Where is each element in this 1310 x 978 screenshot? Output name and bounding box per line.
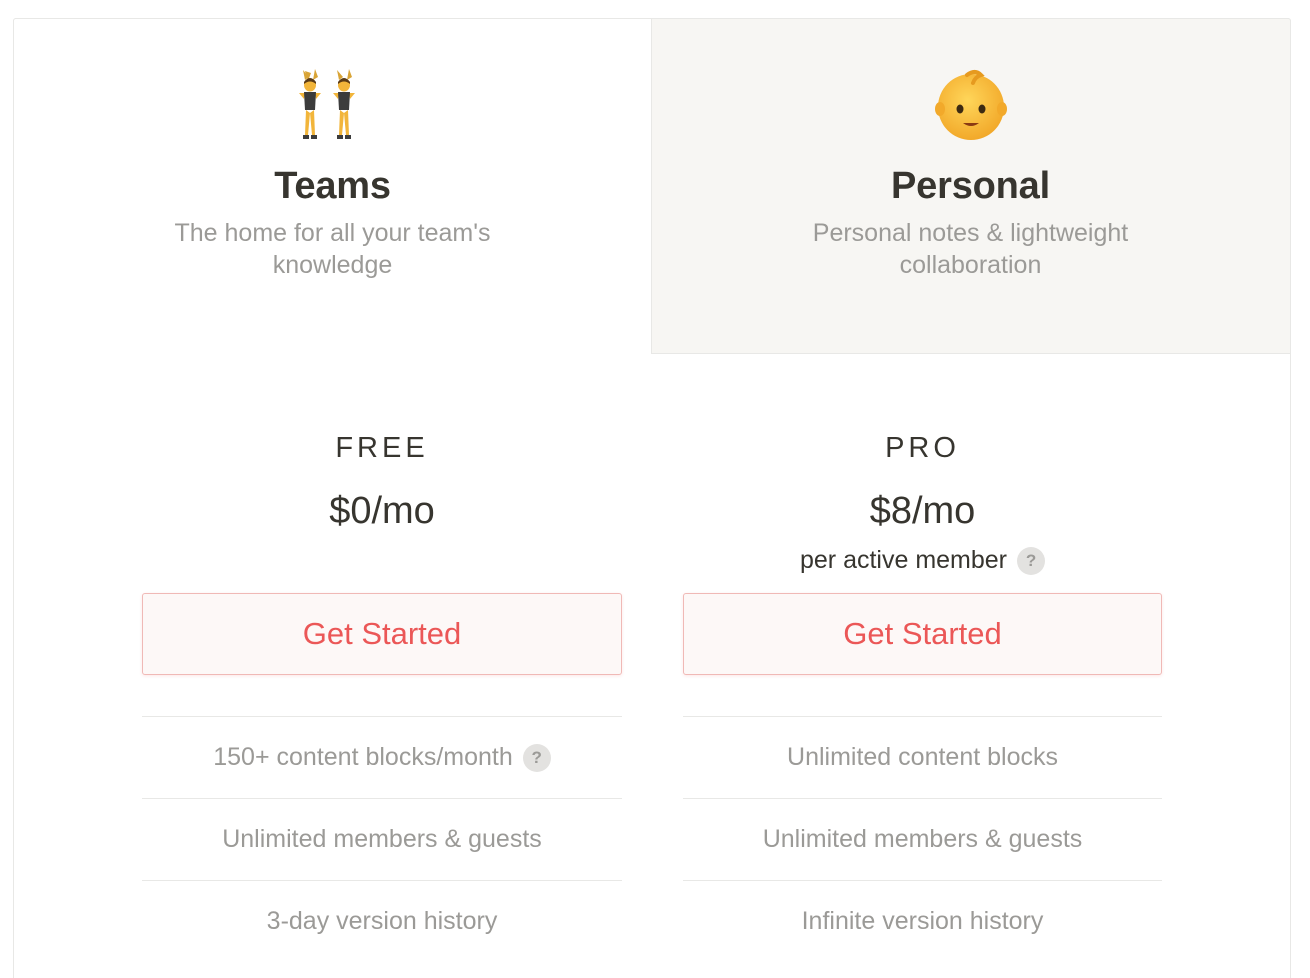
tab-personal-subtitle: Personal notes & lightweight collaborati… [812, 219, 1129, 279]
feature-version-history: 3-day version history [142, 880, 622, 962]
feature-members: Unlimited members & guests [142, 798, 622, 880]
women-with-bunny-ears-icon [14, 65, 651, 145]
feature-label: 3-day version history [266, 907, 498, 935]
tab-personal[interactable]: Personal Personal notes & lightweight co… [651, 18, 1291, 354]
feature-label: Unlimited members & guests [762, 825, 1083, 853]
feature-label: Unlimited content blocks [787, 743, 1058, 771]
feature-content-blocks: 150+ content blocks/month ? [142, 716, 622, 798]
plan-pro-name: PRO [885, 432, 960, 464]
help-icon[interactable]: ? [522, 743, 551, 772]
feature-members: Unlimited members & guests [683, 798, 1162, 880]
plan-free-price: $0/mo [329, 490, 435, 532]
tab-teams-subtitle: The home for all your team's knowledge [174, 219, 491, 279]
pro-feature-list: Unlimited content blocks Unlimited membe… [683, 716, 1162, 962]
tab-teams[interactable]: Teams The home for all your team's knowl… [13, 18, 652, 354]
feature-label: 150+ content blocks/month [213, 743, 513, 771]
tab-personal-title: Personal [891, 165, 1050, 207]
free-get-started-button[interactable]: Get Started [142, 593, 622, 675]
feature-label: Unlimited members & guests [222, 825, 542, 853]
per-member-label: per active member [799, 546, 1008, 574]
pro-get-started-button[interactable]: Get Started [683, 593, 1162, 675]
feature-version-history: Infinite version history [683, 880, 1162, 962]
tab-teams-title: Teams [274, 165, 391, 207]
plan-free-name: FREE [335, 432, 429, 464]
feature-label: Infinite version history [801, 907, 1044, 935]
free-feature-list: 150+ content blocks/month ? Unlimited me… [142, 716, 622, 962]
plan-pro-price: $8/mo [869, 490, 976, 532]
help-icon[interactable]: ? [1017, 546, 1046, 575]
baby-face-icon [651, 65, 1290, 145]
plan-pro-note: per active member ? [683, 546, 1162, 575]
feature-content-blocks: Unlimited content blocks [683, 716, 1162, 798]
